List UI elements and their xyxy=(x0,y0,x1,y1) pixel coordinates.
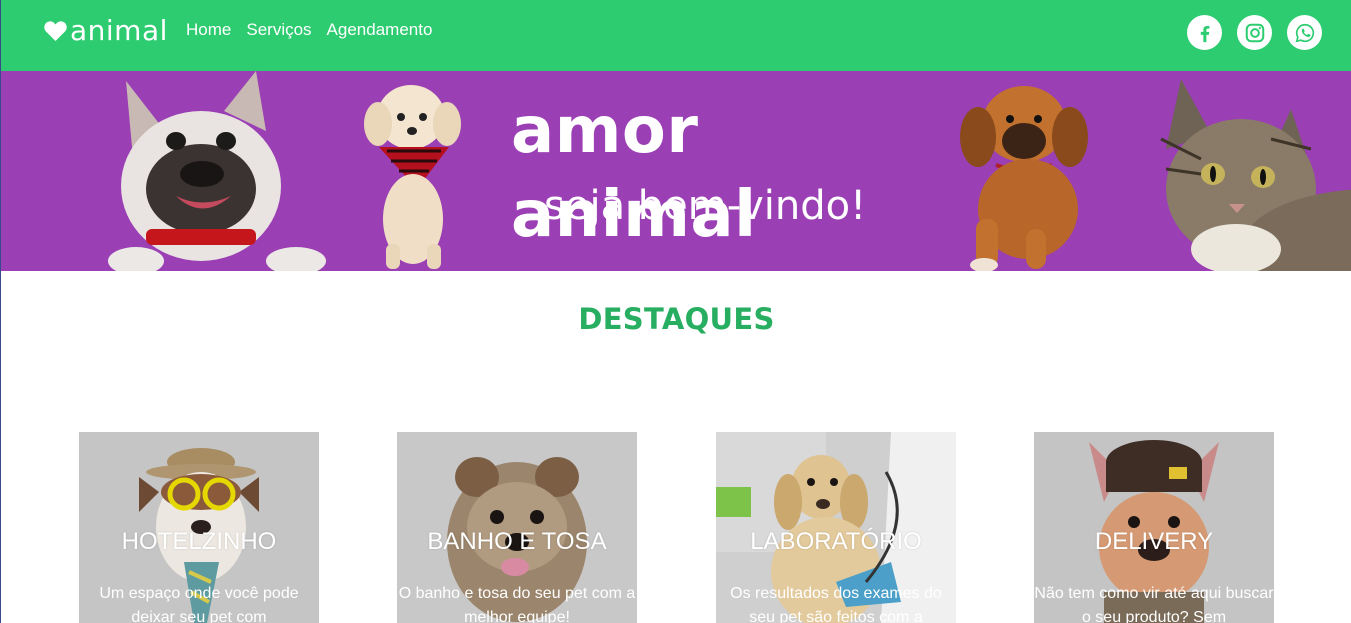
hero-subtitle: seja bem-vindo! xyxy=(544,183,867,229)
social-links xyxy=(1187,15,1322,50)
whatsapp-button[interactable] xyxy=(1287,15,1322,50)
card-delivery[interactable]: DELIVERY Não tem como vir até aqui busca… xyxy=(1034,432,1274,623)
cat-image xyxy=(1160,79,1351,271)
nav-link-servicos[interactable]: Serviços xyxy=(246,20,311,40)
brand-name: animal xyxy=(70,14,168,47)
card-title: BANHO E TOSA xyxy=(427,528,607,555)
instagram-icon xyxy=(1245,23,1264,42)
card-text: Não tem como vir até aqui buscar o seu p… xyxy=(1034,585,1274,623)
facebook-icon xyxy=(1200,25,1209,42)
card-text: O banho e tosa do seu pet com a melhor e… xyxy=(398,585,636,623)
poodle-image xyxy=(364,85,461,269)
card-banho-e-tosa[interactable]: BANHO E TOSA O banho e tosa do seu pet c… xyxy=(397,432,637,623)
nav-link-agendamento[interactable]: Agendamento xyxy=(327,20,433,40)
brand-logo[interactable]: animal xyxy=(43,14,168,48)
card-title: LABORATÓRIO xyxy=(750,528,922,555)
card-title: DELIVERY xyxy=(1094,528,1214,555)
navbar: animal Home Serviços Agendamento xyxy=(1,0,1351,71)
card-title: HOTELZINHO xyxy=(121,528,277,555)
card-text: Os resultados dos exames do seu pet são … xyxy=(730,585,942,623)
card-hotelzinho[interactable]: HOTELZINHO Um espaço onde você pode deix… xyxy=(79,432,319,623)
whatsapp-icon xyxy=(1295,23,1314,42)
heart-icon xyxy=(44,21,67,41)
facebook-button[interactable] xyxy=(1187,15,1222,50)
card-laboratorio[interactable]: LABORATÓRIO Os resultados dos exames do … xyxy=(716,432,956,623)
card-text: Um espaço onde você pode deixar seu pet … xyxy=(99,585,299,623)
hero-banner: amor animal seja bem-vindo! xyxy=(1,71,1351,271)
instagram-button[interactable] xyxy=(1237,15,1272,50)
nav-menu: Home Serviços Agendamento xyxy=(186,20,432,40)
section-title: DESTAQUES xyxy=(578,302,775,336)
bulldog-image xyxy=(108,71,326,271)
puppy-image xyxy=(960,86,1088,271)
nav-link-home[interactable]: Home xyxy=(186,20,231,40)
